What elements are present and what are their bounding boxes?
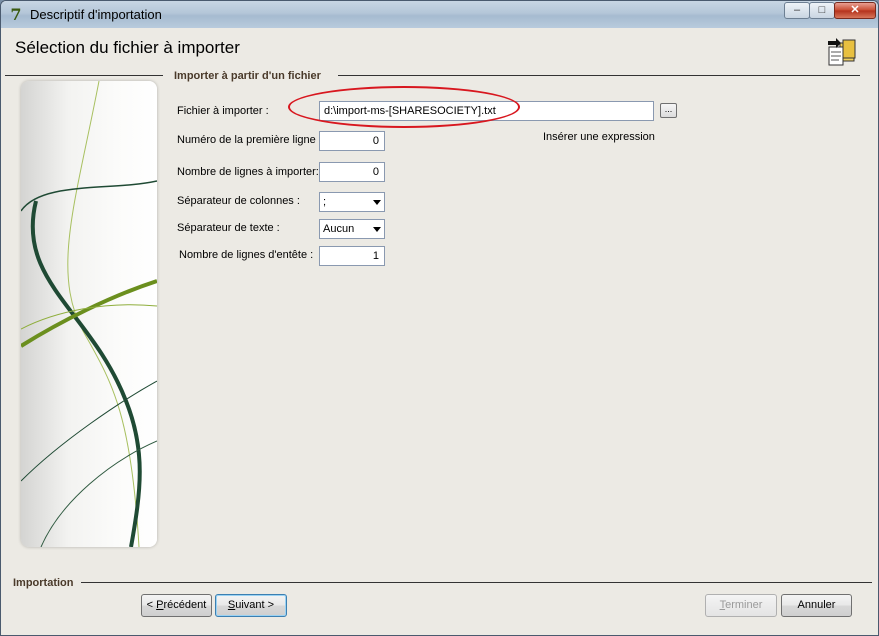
previous-prefix: < — [146, 599, 157, 611]
insert-expression-link[interactable]: Insérer une expression — [543, 131, 655, 143]
column-separator-select[interactable]: ; — [319, 192, 385, 212]
text-separator-value: Aucun — [323, 223, 355, 235]
finish-label: erminer — [725, 599, 763, 611]
import-wizard-window: 7 Descriptif d'importation – □ ✕ Sélecti… — [0, 0, 879, 636]
previous-button[interactable]: < Précédent — [141, 594, 212, 617]
footer-divider — [81, 582, 872, 583]
cancel-button[interactable]: Annuler — [781, 594, 852, 617]
header-lines-input[interactable]: 1 — [319, 246, 385, 266]
line-count-label: Nombre de lignes à importer: — [177, 166, 319, 178]
footer-title: Importation — [13, 577, 74, 589]
column-separator-label: Séparateur de colonnes : — [177, 195, 300, 207]
header-divider — [5, 75, 163, 76]
previous-label: récédent — [163, 599, 207, 611]
line-count-input[interactable]: 0 — [319, 162, 385, 182]
page-title: Sélection du fichier à importer — [15, 38, 240, 57]
import-wizard-icon — [828, 38, 856, 66]
next-button[interactable]: Suivant > — [215, 594, 287, 617]
finish-button[interactable]: Terminer — [705, 594, 777, 617]
decorative-curves — [21, 81, 157, 547]
title-bar[interactable]: 7 Descriptif d'importation – □ ✕ — [1, 1, 878, 28]
previous-hotkey: P — [156, 599, 164, 611]
group-title: Importer à partir d'un fichier — [174, 70, 321, 82]
wizard-side-illustration — [21, 81, 157, 547]
column-separator-value: ; — [323, 196, 327, 208]
group-divider — [338, 75, 860, 76]
first-line-label: Numéro de la première ligne : — [177, 134, 322, 146]
dropdown-arrow-icon — [373, 227, 381, 232]
dropdown-arrow-icon — [373, 200, 381, 205]
close-button[interactable]: ✕ — [834, 2, 876, 19]
next-label: uivant > — [235, 599, 275, 611]
app-logo-icon: 7 — [10, 5, 22, 24]
file-label: Fichier à importer : — [177, 105, 269, 117]
highlight-annotation — [288, 86, 520, 128]
minimize-button[interactable]: – — [784, 2, 810, 19]
maximize-button[interactable]: □ — [809, 2, 835, 19]
text-separator-label: Séparateur de texte : — [177, 222, 280, 234]
window-title: Descriptif d'importation — [30, 7, 162, 22]
browse-button[interactable]: ... — [660, 103, 677, 118]
first-line-input[interactable]: 0 — [319, 131, 385, 151]
text-separator-select[interactable]: Aucun — [319, 219, 385, 239]
header-lines-label: Nombre de lignes d'entête : — [179, 249, 314, 261]
